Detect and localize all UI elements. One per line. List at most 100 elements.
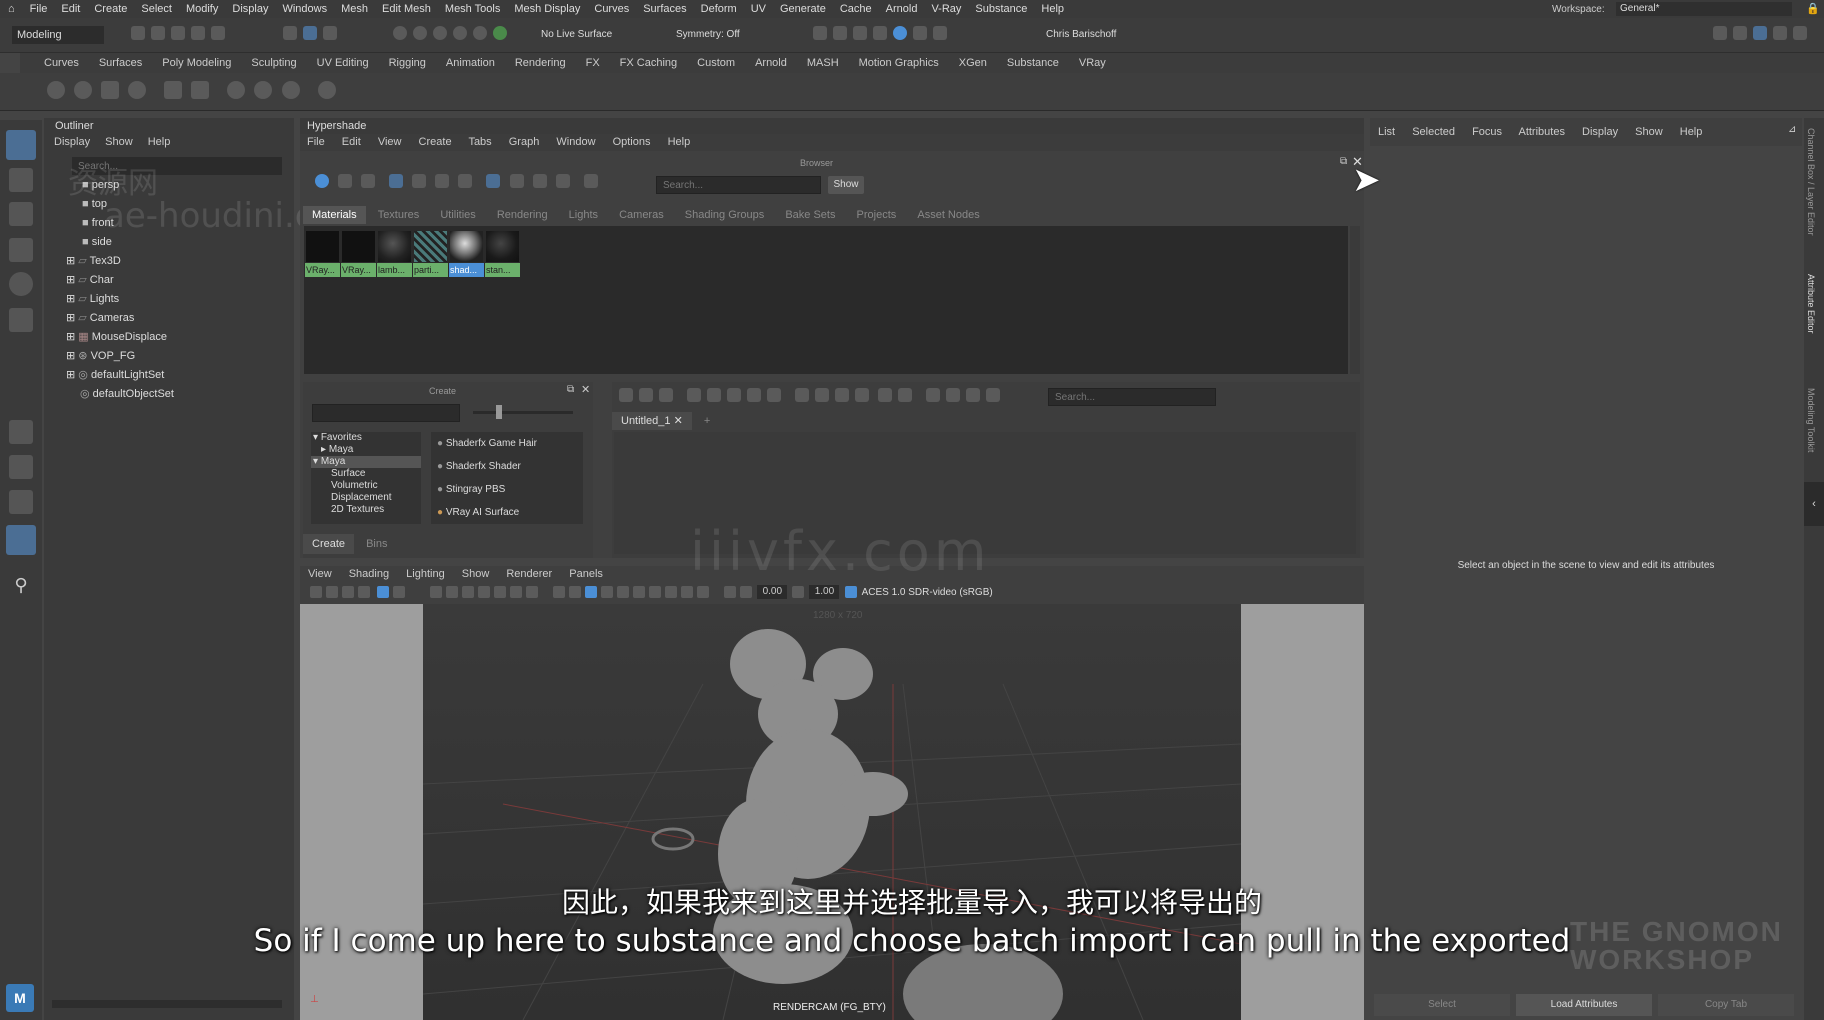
create-float-icon[interactable]: ⧉ [567, 384, 574, 395]
tab-lights[interactable]: Lights [560, 206, 607, 224]
collapse-panel-icon[interactable]: ‹ [1804, 482, 1824, 526]
select-object-icon[interactable] [303, 26, 317, 40]
menu-mesh-tools[interactable]: Mesh Tools [438, 0, 507, 18]
menu-cache[interactable]: Cache [833, 0, 879, 18]
hs-menu-graph[interactable]: Graph [509, 136, 540, 148]
tab-untitled-1[interactable]: Untitled_1 ✕ [612, 412, 692, 430]
hs-menu-window[interactable]: Window [556, 136, 595, 148]
menu-mesh-display[interactable]: Mesh Display [507, 0, 587, 18]
menu-display[interactable]: Display [225, 0, 275, 18]
graph-custom-icon[interactable] [855, 388, 870, 402]
menu-modify[interactable]: Modify [179, 0, 225, 18]
vp-gamma-icon[interactable] [792, 586, 805, 599]
browser-small-icon[interactable] [412, 174, 427, 188]
snap-view-icon[interactable] [453, 26, 467, 40]
outliner-menu-show[interactable]: Show [105, 136, 133, 148]
outliner-layout-icon[interactable] [6, 525, 36, 555]
vp-grease-icon[interactable] [393, 586, 406, 599]
symmetry-field[interactable]: Symmetry: Off [668, 26, 768, 44]
swatch-vray-1[interactable]: VRay... [305, 230, 340, 277]
menu-select[interactable]: Select [134, 0, 179, 18]
attr-menu-display[interactable]: Display [1582, 126, 1618, 138]
browser-sort-time-icon[interactable] [532, 174, 547, 188]
help-icon[interactable] [281, 81, 300, 99]
shelf-tab-vray[interactable]: VRay [1069, 57, 1116, 69]
graph-snap-icon[interactable] [946, 388, 961, 402]
menu-arnold[interactable]: Arnold [879, 0, 925, 18]
open-scene-icon[interactable] [151, 26, 165, 40]
shelf-tab-substance[interactable]: Substance [997, 57, 1069, 69]
graph-simple-icon[interactable] [795, 388, 810, 402]
create-node-shaderfx-shader[interactable]: ● Shaderfx Shader [431, 455, 583, 478]
tree-item-mousedisplace[interactable]: ⊞ ▦ MouseDisplace [44, 328, 284, 347]
shelf-tab-surfaces[interactable]: Surfaces [89, 57, 152, 69]
swatch-shader[interactable]: shad... [449, 230, 484, 277]
tool-settings-icon[interactable] [1773, 26, 1787, 40]
tree-item-defaultlightset[interactable]: ⊞ ◎ defaultLightSet [44, 366, 284, 385]
vp-gamma-field[interactable]: 1.00 [809, 585, 840, 600]
graph-input-icon[interactable] [619, 388, 633, 402]
snap-point-icon[interactable] [433, 26, 447, 40]
snap-grid-icon[interactable] [393, 26, 407, 40]
tree-item-vop-fg[interactable]: ⊞ ⊛ VOP_FG [44, 347, 284, 366]
vp-color-management-icon[interactable] [844, 586, 857, 599]
graph-remove-icon[interactable] [727, 388, 742, 402]
tree-item-cameras[interactable]: ⊞ ▱ Cameras [44, 309, 284, 328]
shelf-tab-arnold[interactable]: Arnold [745, 57, 797, 69]
outliner-menu-display[interactable]: Display [54, 136, 90, 148]
rotate-tool-icon[interactable] [9, 272, 33, 296]
graph-io-icon[interactable] [639, 388, 653, 402]
tab-rendering[interactable]: Rendering [488, 206, 557, 224]
vp-menu-show[interactable]: Show [462, 568, 490, 580]
render-sequence-icon[interactable] [833, 26, 847, 40]
graph-connected-icon[interactable] [815, 388, 830, 402]
move-tool-icon[interactable] [9, 238, 33, 262]
browser-scrollbar[interactable] [1350, 226, 1360, 374]
browser-sort-reverse-icon[interactable] [555, 174, 570, 188]
vp-safe-title-icon[interactable] [526, 586, 539, 599]
browser-float-icon[interactable]: ⧉ [1340, 156, 1347, 167]
menu-windows[interactable]: Windows [275, 0, 334, 18]
save-scene-icon[interactable] [171, 26, 185, 40]
tab-projects[interactable]: Projects [848, 206, 906, 224]
menu-create[interactable]: Create [87, 0, 134, 18]
snap-surface-icon[interactable] [473, 26, 487, 40]
vp-textured-icon[interactable] [649, 586, 662, 599]
settings-icon[interactable] [1793, 26, 1807, 40]
browser-sort-type-icon[interactable] [509, 174, 524, 188]
menu-deform[interactable]: Deform [694, 0, 744, 18]
vp-wireframe-icon[interactable] [553, 586, 566, 599]
tree-item-tex3d[interactable]: ⊞ ▱ Tex3D [44, 252, 284, 271]
create-tree-2d-textures[interactable]: 2D Textures [311, 504, 421, 516]
vp-safe-action-icon[interactable] [510, 586, 523, 599]
vp-bookmark-icon[interactable] [326, 586, 338, 599]
side-tab-modeling-toolkit[interactable]: Modeling Toolkit [1806, 388, 1816, 488]
graph-clear-icon[interactable] [687, 388, 702, 402]
create-filter-input[interactable] [312, 404, 460, 422]
attribute-editor-icon[interactable] [1753, 26, 1767, 40]
create-node-shaderfx-game-hair[interactable]: ● Shaderfx Game Hair [431, 432, 583, 455]
shelf-tab-poly-modeling[interactable]: Poly Modeling [152, 57, 241, 69]
tab-bake-sets[interactable]: Bake Sets [776, 206, 844, 224]
browser-list-icon[interactable] [361, 174, 376, 188]
tab-shading-groups[interactable]: Shading Groups [676, 206, 774, 224]
attr-menu-selected[interactable]: Selected [1412, 126, 1455, 138]
scale-tool-icon[interactable] [9, 308, 33, 332]
vp-menu-view[interactable]: View [308, 568, 332, 580]
two-view-icon[interactable] [9, 490, 33, 514]
tab-materials[interactable]: Materials [303, 206, 366, 224]
shelf-tab-animation[interactable]: Animation [436, 57, 505, 69]
mode-select[interactable]: Modeling [12, 26, 104, 44]
shelf-tab-uv-editing[interactable]: UV Editing [307, 57, 379, 69]
tab-textures[interactable]: Textures [369, 206, 429, 224]
create-close-icon[interactable]: ✕ [581, 383, 590, 396]
user-account[interactable]: Chris Barischoff [1028, 26, 1138, 44]
menu-file[interactable]: File [23, 0, 55, 18]
swatch-lambert[interactable]: lamb... [377, 230, 412, 277]
vp-smooth-shade-icon[interactable] [569, 586, 582, 599]
hs-menu-tabs[interactable]: Tabs [468, 136, 491, 148]
browser-medium-icon[interactable] [435, 174, 450, 188]
substance-import-icon[interactable] [191, 81, 210, 99]
vp-lights-icon[interactable] [665, 586, 678, 599]
substance-sync-icon[interactable] [254, 81, 273, 99]
